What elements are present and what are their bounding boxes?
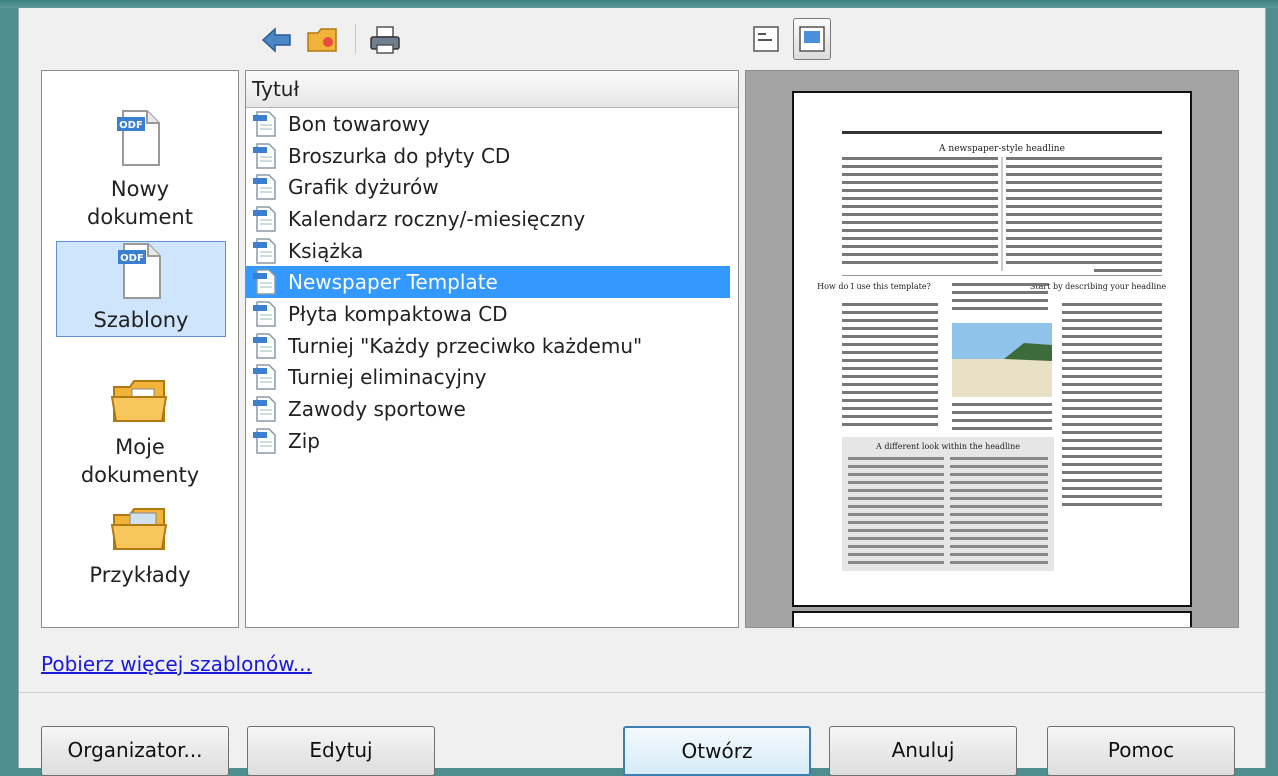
template-list: Tytuł Bon towarowy Broszurka do płyty CD G… (245, 70, 739, 628)
template-file-icon (253, 332, 276, 359)
template-title: Grafik dyżurów (288, 175, 439, 200)
template-list-item[interactable]: Turniej eliminacyjny (246, 362, 738, 394)
category-label: Szablony (93, 308, 189, 332)
template-file-icon (253, 142, 276, 169)
open-button[interactable]: Otwórz (623, 726, 811, 776)
template-list-item[interactable]: Zawody sportowe (246, 393, 738, 425)
template-list-item[interactable]: Grafik dyżurów (246, 171, 738, 203)
category-label: Przykłady (89, 563, 191, 587)
newspaper-preview-image: A newspaper-style headline How do I use … (817, 131, 1166, 571)
template-file-icon (253, 301, 276, 327)
template-rows: Bon towarowy Broszurka do płyty CD Grafik … (246, 108, 738, 457)
cancel-button[interactable]: Anuluj (829, 726, 1017, 776)
template-dialog: ODF Nowy dokument ODF Szablony Moje doku… (18, 8, 1266, 776)
template-title: Książka (288, 238, 364, 263)
category-label: Moje dokumenty (80, 435, 200, 487)
preview-subhead-bottom: A different look within the headline (875, 442, 1020, 451)
template-list-item[interactable]: Płyta kompaktowa CD (246, 298, 738, 330)
list-view-icon[interactable] (747, 18, 785, 60)
template-list-item[interactable]: Turniej "Każdy przeciwko każdemu" (246, 330, 738, 362)
preview-view-icon[interactable] (793, 18, 831, 60)
template-title: Newspaper Template (288, 270, 498, 295)
category-my-documents[interactable]: Moje dokumenty (56, 375, 224, 489)
column-header-title[interactable]: Tytuł (246, 71, 738, 108)
template-title: Broszurka do płyty CD (288, 143, 511, 168)
template-title: Zawody sportowe (288, 397, 466, 422)
printer-icon[interactable] (367, 22, 403, 58)
template-preview-page: A newspaper-style headline How do I use … (792, 91, 1192, 607)
template-title: Płyta kompaktowa CD (288, 301, 508, 326)
template-file-icon (253, 237, 276, 264)
template-list-item[interactable]: Newspaper Template (246, 266, 730, 299)
template-file-icon (253, 269, 276, 296)
template-list-item[interactable]: Kalendarz roczny/-miesięczny (246, 203, 738, 235)
edit-button[interactable]: Edytuj (247, 726, 435, 776)
category-examples[interactable]: Przykłady (56, 503, 224, 589)
template-list-item[interactable]: Zip (246, 425, 738, 457)
template-list-item[interactable]: Broszurka do płyty CD (246, 140, 738, 172)
new-document-icon: ODF (117, 110, 160, 166)
template-file-icon (253, 174, 276, 200)
organizer-button[interactable]: Organizator... (41, 726, 229, 776)
preview-subhead-left: How do I use this template? (817, 282, 931, 291)
category-new-document[interactable]: ODF Nowy dokument (56, 107, 224, 231)
template-list-item[interactable]: Książka (246, 235, 738, 267)
button-separator (19, 692, 1265, 693)
template-title: Turniej eliminacyjny (288, 365, 487, 390)
category-panel: ODF Nowy dokument ODF Szablony Moje doku… (41, 70, 239, 628)
preview-headline: A newspaper-style headline (938, 144, 1065, 154)
template-file-icon (253, 364, 276, 391)
templates-icon: ODF (118, 243, 161, 299)
more-templates-link[interactable]: Pobierz więcej szablonów... (41, 652, 312, 676)
desktop-strip (0, 0, 1278, 8)
category-label: Nowy dokument (87, 177, 193, 229)
preview-subhead-right: Start by describing your headline (1030, 282, 1166, 291)
template-title: Bon towarowy (288, 111, 430, 136)
template-file-icon (253, 206, 276, 232)
template-file-icon (253, 111, 276, 137)
back-arrow-icon[interactable] (259, 22, 295, 58)
help-button[interactable]: Pomoc (1047, 726, 1235, 776)
template-title: Kalendarz roczny/-miesięczny (288, 206, 586, 231)
template-title: Turniej "Każdy przeciwko każdemu" (288, 333, 643, 358)
category-templates[interactable]: ODF Szablony (56, 241, 226, 337)
template-title: Zip (288, 428, 320, 453)
folder-up-icon[interactable] (305, 22, 341, 58)
toolbar-separator (355, 24, 356, 54)
examples-folder-icon (110, 508, 168, 550)
template-file-icon (253, 396, 276, 422)
my-documents-folder-icon (110, 380, 168, 422)
preview-next-page (792, 611, 1192, 627)
template-list-item[interactable]: Bon towarowy (246, 108, 738, 140)
svg-text:ODF: ODF (120, 253, 144, 264)
template-file-icon (253, 427, 276, 454)
preview-panel: A newspaper-style headline How do I use … (745, 70, 1239, 628)
svg-text:ODF: ODF (119, 120, 143, 131)
